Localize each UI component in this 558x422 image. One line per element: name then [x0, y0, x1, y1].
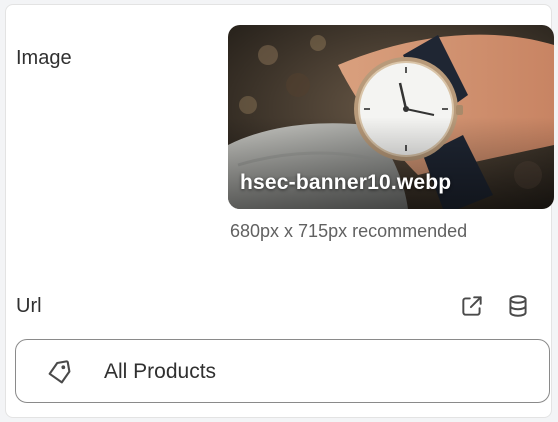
url-label: Url: [16, 295, 42, 317]
image-filename: hsec-banner10.webp: [240, 171, 452, 194]
image-size-hint: 680px x 715px recommended: [230, 221, 468, 241]
external-link-icon: [462, 296, 482, 316]
link-selector-field[interactable]: All Products: [15, 339, 550, 403]
database-icon: [509, 295, 527, 317]
selected-link-label: All Products: [104, 360, 217, 383]
image-link-settings-panel: Image hsec-banner10.webp 680px x 715px r…: [5, 4, 554, 418]
tag-icon: [48, 360, 71, 384]
open-link-button[interactable]: [457, 291, 487, 321]
image-thumbnail[interactable]: hsec-banner10.webp: [228, 25, 554, 209]
image-label: Image: [16, 47, 72, 69]
dynamic-source-button[interactable]: [503, 291, 533, 321]
